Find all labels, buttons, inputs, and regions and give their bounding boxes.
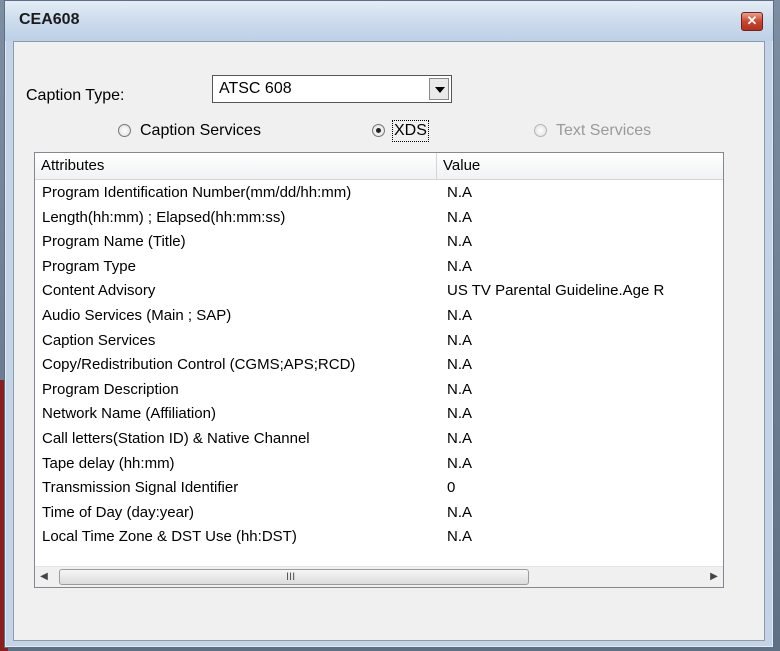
attribute-cell: Time of Day (day:year)	[42, 503, 194, 521]
attribute-cell: Tape delay (hh:mm)	[42, 454, 175, 472]
value-cell: N.A	[447, 454, 473, 472]
radio-label: Caption Services	[140, 122, 261, 139]
table-row[interactable]: Program Name (Title) N.A	[35, 229, 723, 254]
table-row[interactable]: Transmission Signal Identifier 0	[35, 475, 723, 500]
dialog-client-area: Caption Type: ATSC 608 Caption Services …	[13, 41, 765, 641]
attribute-cell: Local Time Zone & DST Use (hh:DST)	[42, 528, 297, 546]
attribute-cell: Content Advisory	[42, 282, 156, 300]
caption-type-select[interactable]: ATSC 608	[212, 75, 452, 103]
scroll-left-arrow-icon[interactable]: ◀	[35, 567, 53, 587]
value-cell: N.A	[447, 331, 473, 349]
attribute-cell: Length(hh:mm) ; Elapsed(hh:mm:ss)	[42, 208, 286, 226]
attribute-cell: Program Identification Number(mm/dd/hh:m…	[42, 184, 352, 201]
value-cell: N.A	[447, 356, 473, 374]
radio-label: Text Services	[556, 122, 652, 139]
attribute-cell: Copy/Redistribution Control (CGMS;APS;RC…	[42, 356, 356, 374]
table-row[interactable]: Audio Services (Main ; SAP) N.A	[35, 303, 723, 328]
title-bar[interactable]: CEA608 ✕	[5, 1, 773, 41]
scrollbar-thumb[interactable]: III	[59, 569, 529, 585]
value-cell: N.A	[447, 306, 473, 324]
value-cell: N.A	[447, 528, 473, 546]
value-cell: N.A	[447, 233, 473, 251]
dialog-window: CEA608 ✕ Caption Type: ATSC 608 Caption …	[4, 0, 774, 648]
scroll-right-arrow-icon[interactable]: ▶	[705, 567, 723, 587]
attribute-cell: Program Description	[42, 380, 179, 398]
caption-type-value: ATSC 608	[219, 80, 292, 97]
close-button[interactable]: ✕	[741, 12, 763, 31]
attribute-cell: Caption Services	[42, 331, 156, 349]
radio-label: XDS	[392, 120, 429, 142]
value-cell: N.A	[447, 380, 473, 398]
table-row[interactable]: Program Identification Number(mm/dd/hh:m…	[35, 180, 723, 205]
value-cell: N.A	[447, 503, 473, 521]
chevron-down-icon[interactable]	[429, 78, 449, 100]
grip-icon: III	[286, 571, 296, 583]
table-row[interactable]: Copy/Redistribution Control (CGMS;APS;RC…	[35, 352, 723, 377]
caption-type-label: Caption Type:	[26, 87, 125, 104]
window-title: CEA608	[19, 11, 80, 28]
value-cell: N.A	[447, 184, 473, 201]
table-row[interactable]: Content Advisory US TV Parental Guideline…	[35, 278, 723, 303]
radio-checked-icon	[372, 124, 385, 137]
table-row[interactable]: Length(hh:mm) ; Elapsed(hh:mm:ss) N.A	[35, 205, 723, 230]
table-row[interactable]: Tape delay (hh:mm) N.A	[35, 451, 723, 476]
table-row[interactable]: Time of Day (day:year) N.A	[35, 500, 723, 525]
attribute-cell: Program Name (Title)	[42, 233, 186, 251]
table-row[interactable]: Program Type N.A	[35, 254, 723, 279]
column-header-attributes[interactable]: Attributes	[35, 153, 437, 179]
table-row[interactable]: Call letters(Station ID) & Native Channe…	[35, 426, 723, 451]
table-row[interactable]: Program Description N.A	[35, 377, 723, 402]
column-header-value[interactable]: Value	[437, 153, 723, 179]
attribute-cell: Call letters(Station ID) & Native Channe…	[42, 429, 310, 447]
close-icon: ✕	[746, 13, 758, 28]
value-cell: US TV Parental Guideline.Age R	[447, 282, 665, 300]
value-cell: N.A	[447, 429, 473, 447]
radio-icon	[534, 124, 547, 137]
attribute-cell: Transmission Signal Identifier	[42, 479, 239, 497]
value-cell: N.A	[447, 257, 473, 275]
table-row[interactable]: Local Time Zone & DST Use (hh:DST) N.A	[35, 524, 723, 549]
radio-icon	[118, 124, 131, 137]
list-header: Attributes Value	[35, 153, 723, 180]
attribute-cell: Audio Services (Main ; SAP)	[42, 306, 232, 324]
table-row[interactable]: Network Name (Affiliation) N.A	[35, 401, 723, 426]
list-rows: Program Identification Number(mm/dd/hh:m…	[35, 180, 723, 549]
attribute-cell: Program Type	[42, 257, 136, 275]
attributes-list-view[interactable]: Attributes Value Program Identification …	[34, 152, 724, 588]
value-cell: N.A	[447, 208, 473, 226]
value-cell: 0	[447, 479, 456, 497]
table-row[interactable]: Caption Services N.A	[35, 328, 723, 353]
attribute-cell: Network Name (Affiliation)	[42, 405, 216, 423]
horizontal-scrollbar[interactable]: ◀ III ▶	[35, 566, 723, 587]
value-cell: N.A	[447, 405, 473, 423]
